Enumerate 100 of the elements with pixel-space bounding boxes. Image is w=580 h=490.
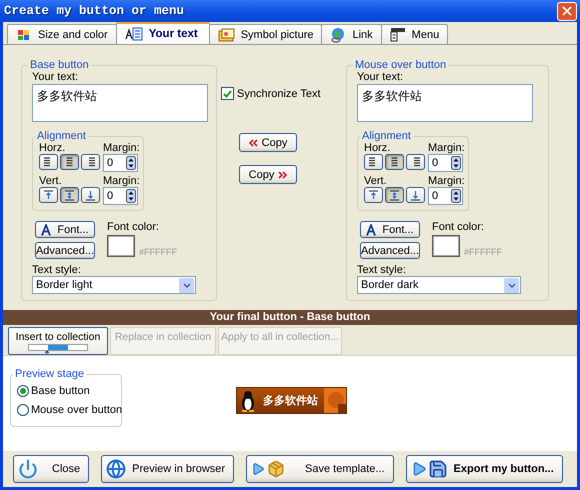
- align-middle-icon: [64, 190, 75, 200]
- field-label: Margin:: [103, 175, 141, 187]
- field-label: Your text:: [357, 71, 404, 83]
- margin-field[interactable]: 0: [103, 154, 138, 172]
- power-icon: [18, 459, 38, 479]
- group-title: Base button: [29, 59, 90, 71]
- caret-icon: [508, 282, 516, 288]
- knob-icon: [324, 388, 346, 413]
- align-button[interactable]: [385, 154, 404, 170]
- template-box-icon: [251, 460, 286, 478]
- footer-button[interactable]: Save template...: [246, 455, 394, 483]
- field-label: Vert.: [39, 175, 63, 187]
- field-label: Vert.: [364, 175, 388, 187]
- tab[interactable]: Link: [321, 24, 382, 44]
- align-button[interactable]: [39, 187, 58, 203]
- letter-a-icon: [366, 224, 376, 236]
- footer-button[interactable]: Preview in browser: [101, 455, 234, 483]
- align-middle-icon: [389, 190, 400, 200]
- font-button[interactable]: Font...: [360, 221, 420, 238]
- color-value: #FFFFFF: [139, 247, 177, 257]
- field-label: Text style:: [357, 264, 407, 276]
- globe-icon: [330, 26, 346, 42]
- export-disk-icon: [410, 459, 448, 479]
- window-title: Create my button or menu: [4, 4, 184, 18]
- align-button[interactable]: [60, 154, 79, 170]
- penguin-icon: [241, 390, 255, 412]
- align-button[interactable]: [406, 187, 425, 203]
- globe-icon: [106, 459, 126, 479]
- checkbox[interactable]: [221, 87, 234, 100]
- advanced-button[interactable]: Advanced...: [360, 242, 420, 259]
- margin-field[interactable]: 0: [428, 154, 463, 172]
- group-title: Preview stage: [14, 368, 86, 380]
- text-style-dropdown[interactable]: Border light: [32, 276, 196, 294]
- footer-button[interactable]: Export my button...: [406, 455, 563, 483]
- checkmark-icon: [223, 90, 232, 98]
- collection-button[interactable]: Insert to collection: [8, 327, 108, 355]
- spin-arrows-icon[interactable]: [451, 156, 461, 170]
- align-top-icon: [368, 190, 379, 200]
- align-button[interactable]: [385, 187, 404, 203]
- color-swatch[interactable]: [107, 235, 135, 257]
- radio-label: Base button: [31, 385, 90, 397]
- field-label: Text style:: [32, 264, 82, 276]
- copy-button[interactable]: Copy: [239, 165, 297, 184]
- radio-button[interactable]: [17, 385, 29, 397]
- field-label: Font color:: [107, 221, 160, 233]
- letter-a-icon: [41, 224, 52, 236]
- align-top-icon: [43, 190, 54, 200]
- tab[interactable]: Size and color: [7, 24, 117, 44]
- spin-arrows-icon[interactable]: [451, 189, 461, 203]
- checkbox-label: Synchronize Text: [237, 88, 321, 100]
- text-document-icon: [124, 27, 143, 41]
- close-button[interactable]: [557, 2, 577, 20]
- field-label: Margin:: [428, 142, 466, 154]
- tab[interactable]: Your text: [116, 22, 210, 44]
- radio-button[interactable]: [17, 404, 29, 416]
- group-title: Alignment: [361, 130, 412, 142]
- align-button[interactable]: [364, 154, 383, 170]
- spin-arrows-icon[interactable]: [126, 156, 136, 170]
- align-button[interactable]: [81, 187, 100, 203]
- tab[interactable]: Menu: [380, 24, 448, 44]
- menu-window-icon: [390, 27, 406, 42]
- margin-field[interactable]: 0: [103, 187, 138, 205]
- field-label: Margin:: [103, 142, 141, 154]
- align-button[interactable]: [60, 187, 79, 203]
- align-bottom-icon: [410, 190, 421, 200]
- spin-arrows-icon[interactable]: [126, 189, 136, 203]
- close-icon: [560, 4, 574, 18]
- color-grid-icon: [16, 28, 32, 42]
- group-title: Alignment: [36, 130, 87, 142]
- align-button[interactable]: [364, 187, 383, 203]
- margin-field[interactable]: 0: [428, 187, 463, 205]
- color-swatch[interactable]: [432, 235, 460, 257]
- align-center-icon: [64, 157, 75, 167]
- field-label: Margin:: [428, 175, 466, 187]
- tab[interactable]: Symbol picture: [208, 24, 322, 44]
- font-button[interactable]: Font...: [35, 221, 95, 238]
- picture-icon: [218, 28, 235, 42]
- align-bottom-icon: [85, 190, 96, 200]
- double-chevron-right-icon: [278, 170, 288, 178]
- field-label: Horz.: [364, 142, 392, 154]
- radio-dot-icon: [20, 388, 26, 394]
- field-label: Horz.: [39, 142, 66, 154]
- preview-text: 多多软件站: [263, 394, 318, 408]
- copy-button[interactable]: Copy: [239, 133, 297, 152]
- section-header: Your final button - Base button: [3, 310, 577, 325]
- align-button[interactable]: [39, 154, 58, 170]
- radio-label: Mouse over button: [31, 404, 122, 416]
- field-label: Font color:: [432, 221, 485, 233]
- align-button[interactable]: [81, 154, 100, 170]
- field-label: Your text:: [32, 71, 80, 83]
- group-title: Mouse over button: [354, 59, 448, 71]
- double-chevron-left-icon: [248, 138, 258, 146]
- align-button[interactable]: [406, 154, 425, 170]
- caret-icon: [182, 282, 190, 288]
- align-center-icon: [389, 157, 400, 167]
- text-style-dropdown[interactable]: Border dark: [357, 276, 521, 294]
- footer-button[interactable]: Close: [13, 455, 90, 483]
- text-input[interactable]: 多多软件站: [32, 84, 208, 122]
- text-input[interactable]: 多多软件站: [357, 84, 533, 122]
- advanced-button[interactable]: Advanced...: [35, 242, 95, 259]
